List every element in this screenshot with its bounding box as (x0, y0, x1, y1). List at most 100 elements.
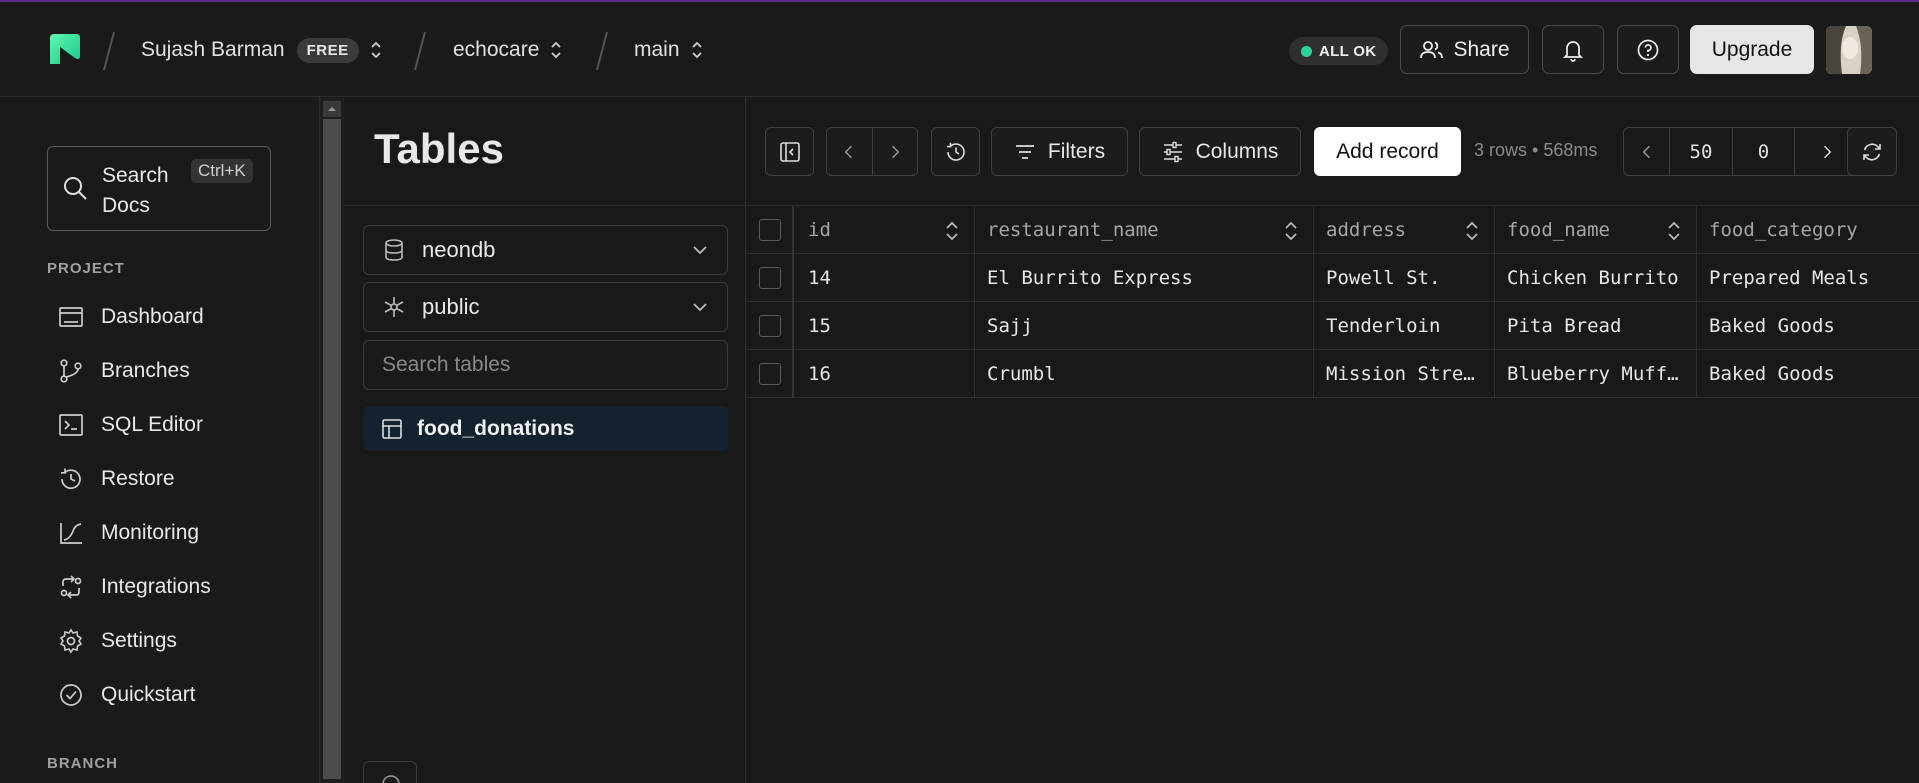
avatar[interactable] (1826, 26, 1872, 74)
page-size-field[interactable]: 50 (1670, 128, 1733, 175)
rows-info: 3 rows • 568ms (1474, 140, 1598, 160)
column-header-food-name[interactable]: food_name (1495, 206, 1697, 254)
table-cell[interactable]: Baked Goods (1697, 350, 1919, 398)
table-row[interactable]: 14 El Burrito Express Powell St. Chicken… (747, 254, 1919, 302)
prev-page-button[interactable] (1624, 128, 1670, 175)
database-selector[interactable]: neondb (363, 225, 728, 275)
table-cell[interactable]: Sajj (975, 302, 1314, 350)
table-cell[interactable]: Powell St. (1314, 254, 1495, 302)
table-cell[interactable]: Tenderloin (1314, 302, 1495, 350)
sidebar-item-quickstart[interactable]: Quickstart (47, 673, 287, 717)
refresh-button[interactable] (1847, 127, 1897, 176)
monitoring-icon (60, 523, 82, 544)
table-cell[interactable]: Pita Bread (1495, 302, 1697, 350)
sort-icon[interactable] (1283, 220, 1299, 242)
chevron-right-icon (891, 145, 900, 158)
search-docs-button[interactable]: Search Docs Ctrl+K (47, 146, 271, 231)
table-list-item-selected[interactable]: food_donations (363, 406, 728, 451)
chevron-updown-icon (551, 41, 562, 59)
filter-icon (1015, 144, 1034, 159)
history-button[interactable] (931, 127, 980, 176)
table-cell[interactable]: Crumbl (975, 350, 1314, 398)
database-icon (385, 239, 403, 261)
column-header-address[interactable]: address (1314, 206, 1495, 254)
data-view: Filters Columns Add record 3 rows • 568m… (747, 97, 1919, 783)
schema-selector[interactable]: public (363, 282, 728, 332)
scroll-up-button[interactable] (323, 101, 341, 117)
history-icon (946, 142, 965, 161)
divider (344, 205, 746, 206)
top-bar: Sujash Barman FREE echocare main ALL OK … (0, 0, 1919, 97)
forward-button[interactable] (873, 128, 918, 175)
sidebar-item-monitoring[interactable]: Monitoring (47, 511, 287, 555)
sidebar-item-label: Settings (101, 629, 177, 652)
row-checkbox[interactable] (759, 267, 781, 289)
search-tables-input[interactable] (363, 340, 728, 390)
sidebar-item-restore[interactable]: Restore (47, 457, 287, 501)
quickstart-icon (60, 684, 82, 706)
panel-settings-button[interactable] (363, 761, 417, 783)
table-cell[interactable]: Blueberry Muff… (1495, 350, 1697, 398)
sidebar-item-sql-editor[interactable]: SQL Editor (47, 403, 287, 447)
row-select-cell (747, 350, 794, 398)
select-all-checkbox[interactable] (759, 219, 781, 241)
column-header-id[interactable]: id (796, 206, 975, 254)
sidebar-item-integrations[interactable]: Integrations (47, 565, 287, 609)
help-button[interactable] (1617, 25, 1679, 74)
notifications-button[interactable] (1542, 25, 1604, 74)
help-circle-icon (1637, 39, 1659, 60)
sidebar-scrollbar[interactable] (319, 97, 344, 783)
neon-logo-icon[interactable] (46, 30, 84, 68)
toggle-sidebar-button[interactable] (765, 127, 814, 176)
column-header-restaurant-name[interactable]: restaurant_name (975, 206, 1314, 254)
status-badge[interactable]: ALL OK (1289, 37, 1389, 65)
project-name: echocare (453, 38, 540, 61)
column-header-label: address (1326, 219, 1407, 241)
sort-icon[interactable] (1666, 220, 1682, 242)
upgrade-button[interactable]: Upgrade (1690, 25, 1814, 74)
row-select-cell (747, 302, 794, 350)
plan-badge: FREE (296, 37, 359, 63)
branch-switcher[interactable]: main (634, 34, 704, 66)
back-button[interactable] (827, 128, 873, 175)
column-header-food-category[interactable]: food_category (1697, 206, 1919, 254)
org-switcher[interactable]: Sujash Barman FREE (141, 34, 383, 66)
table-cell[interactable]: El Burrito Express (975, 254, 1314, 302)
table-cell[interactable]: 14 (796, 254, 975, 302)
table-cell[interactable]: Prepared Meals (1697, 254, 1919, 302)
keyboard-shortcut: Ctrl+K (191, 159, 253, 183)
project-switcher[interactable]: echocare (453, 34, 563, 66)
filters-button[interactable]: Filters (991, 127, 1128, 176)
sidebar-item-label: Branches (101, 359, 190, 382)
sidebar-item-settings[interactable]: Settings (47, 619, 287, 663)
row-checkbox[interactable] (759, 363, 781, 385)
sql-editor-icon (59, 414, 83, 436)
table-cell[interactable]: Baked Goods (1697, 302, 1919, 350)
table-cell[interactable]: Chicken Burrito (1495, 254, 1697, 302)
table-icon (382, 418, 402, 439)
table-cell[interactable]: Mission Stre… (1314, 350, 1495, 398)
sliders-icon (1163, 141, 1182, 162)
columns-button[interactable]: Columns (1139, 127, 1301, 176)
schema-name: public (422, 294, 480, 319)
select-all-cell (747, 206, 794, 254)
branches-icon (60, 359, 82, 383)
add-record-button[interactable]: Add record (1314, 127, 1461, 176)
avatar-portrait-icon (1826, 26, 1872, 74)
sort-icon[interactable] (944, 220, 960, 242)
table-row[interactable]: 15 Sajj Tenderloin Pita Bread Baked Good… (747, 302, 1919, 350)
sort-icon[interactable] (1464, 220, 1480, 242)
column-header-label: restaurant_name (987, 219, 1159, 241)
table-cell[interactable]: 16 (796, 350, 975, 398)
scrollbar-thumb[interactable] (323, 119, 341, 779)
row-checkbox[interactable] (759, 315, 781, 337)
sidebar-item-dashboard[interactable]: Dashboard (47, 295, 287, 339)
database-name: neondb (422, 237, 496, 262)
share-button[interactable]: Share (1400, 25, 1529, 74)
table-cell[interactable]: 15 (796, 302, 975, 350)
breadcrumb-separator-icon (596, 31, 608, 71)
gear-icon (382, 775, 400, 783)
table-row[interactable]: 16 Crumbl Mission Stre… Blueberry Muff… … (747, 350, 1919, 398)
offset-field[interactable]: 0 (1733, 128, 1795, 175)
sidebar-item-branches[interactable]: Branches (47, 349, 287, 393)
